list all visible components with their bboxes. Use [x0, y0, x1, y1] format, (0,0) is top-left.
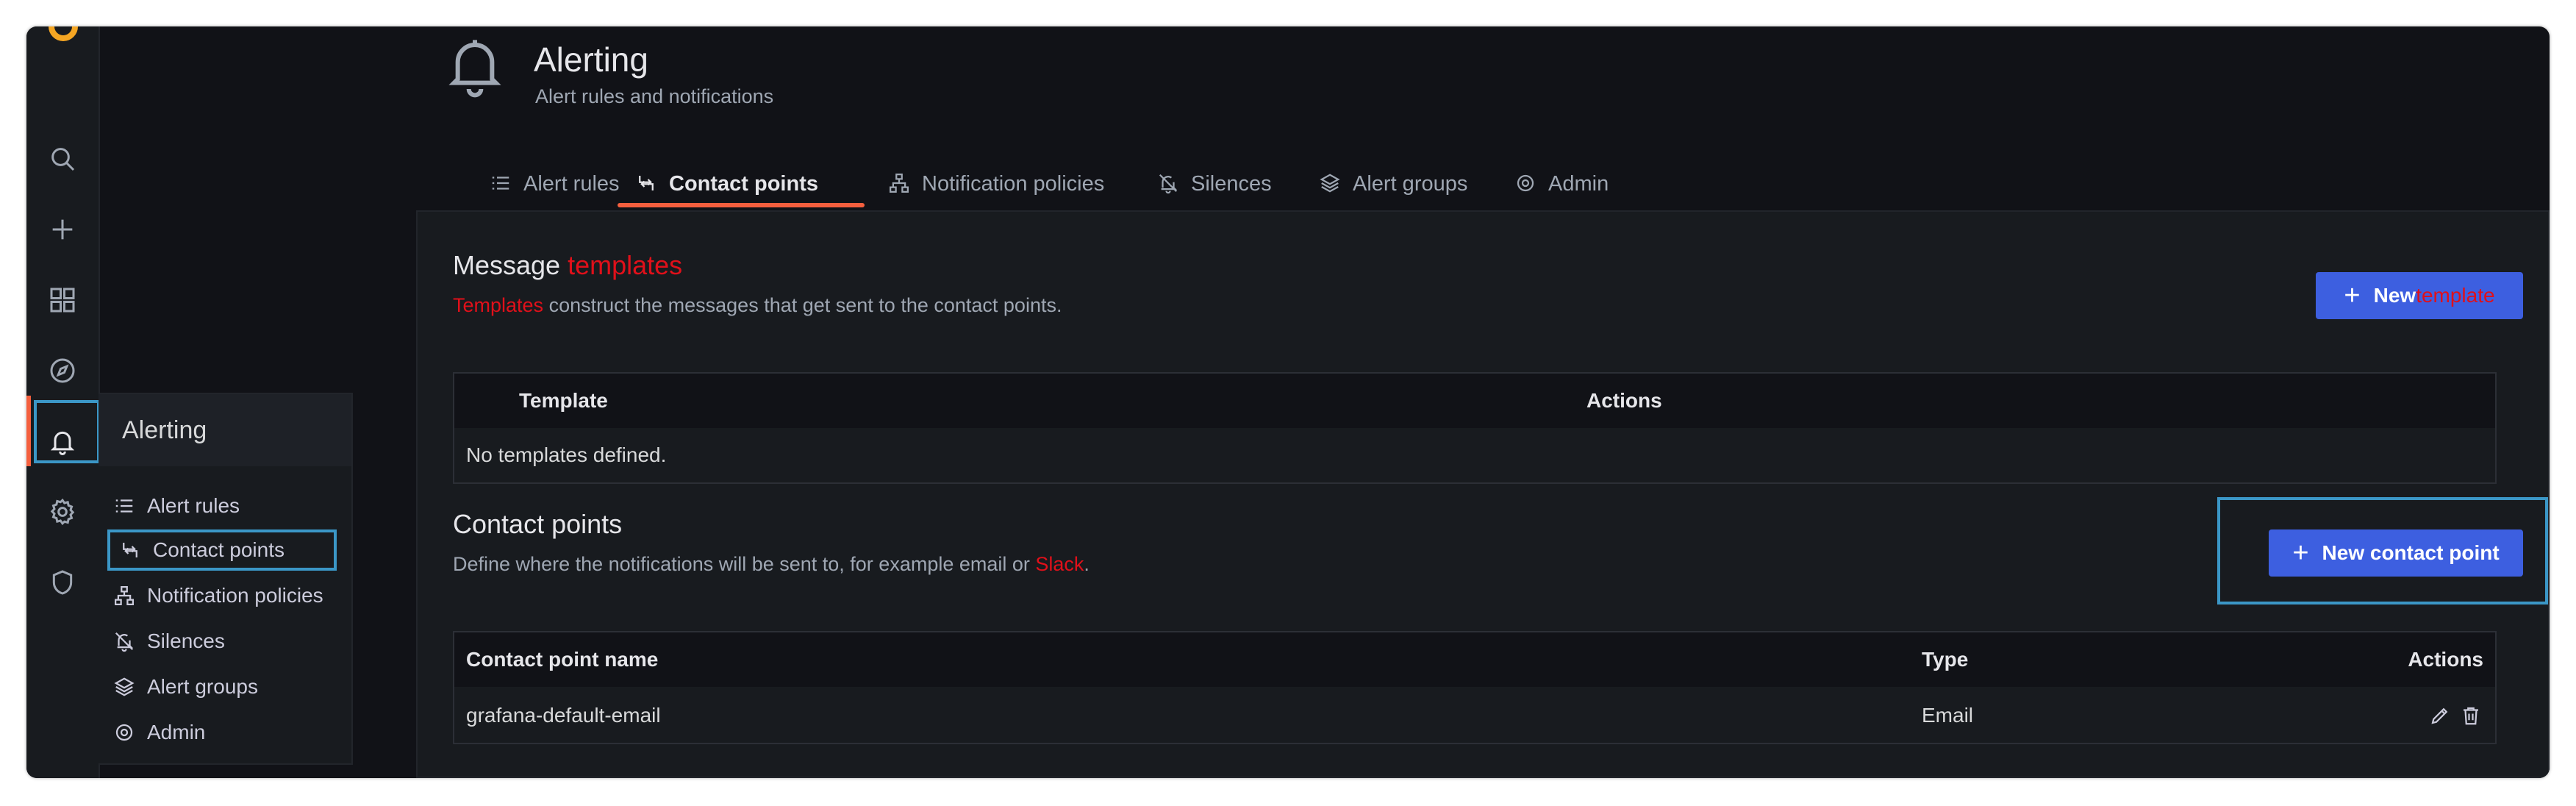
list-icon	[115, 499, 133, 513]
contact-points-section-description: Define where the notifications will be s…	[453, 553, 1090, 576]
column-header-actions: Actions	[1586, 389, 1662, 412]
tab-label: Alert rules	[523, 172, 620, 196]
desc-rest: construct the messages that get sent to …	[543, 294, 1062, 316]
flyout-item-admin[interactable]: Admin	[113, 712, 205, 753]
flyout-item-label: Alert groups	[147, 675, 258, 698]
edit-icon[interactable]	[2429, 705, 2451, 727]
tab-notification-policies[interactable]: Notification policies	[888, 159, 1104, 210]
flyout-item-label: Contact points	[153, 538, 285, 561]
templates-section-title: Message templates	[453, 250, 682, 281]
plus-icon: +	[2344, 279, 2361, 311]
content-panel: Message templates Templates construct th…	[416, 210, 2550, 778]
page-header: Alerting Alert rules and notifications A…	[26, 26, 2550, 210]
table-header: Template Actions	[454, 374, 2495, 428]
contact-point-icon	[123, 543, 137, 557]
alerting-flyout-menu: Alerting Alert rules Contact points Noti…	[99, 393, 353, 765]
new-contact-point-button[interactable]: + New contact point	[2269, 529, 2523, 577]
explore-compass-icon[interactable]	[48, 356, 77, 385]
flyout-item-label: Notification policies	[147, 584, 323, 607]
nav-active-indicator	[26, 396, 31, 466]
desc-prefix: Define where the notifications will be s…	[453, 553, 1036, 575]
new-template-button[interactable]: + New template	[2316, 272, 2523, 319]
sitemap-icon	[115, 586, 134, 605]
flyout-item-contact-points[interactable]: Contact points	[107, 529, 337, 571]
page-subtitle: Alert rules and notifications	[535, 85, 774, 107]
flyout-item-label: Alert rules	[147, 494, 240, 517]
tab-label: Silences	[1191, 172, 1272, 196]
shield-icon[interactable]	[48, 568, 77, 597]
column-header-name: Contact point name	[466, 648, 659, 671]
tab-alert-groups[interactable]: Alert groups	[1319, 159, 1467, 210]
button-label: New contact point	[2322, 541, 2500, 564]
title-highlight: templates	[568, 250, 683, 280]
bell-icon	[446, 34, 504, 100]
contact-point-icon	[639, 176, 654, 190]
cog-icon	[1517, 174, 1534, 192]
contact-point-name: grafana-default-email	[466, 704, 661, 727]
column-header-template: Template	[519, 389, 608, 412]
button-label: New	[2373, 284, 2416, 307]
tab-label: Notification policies	[922, 172, 1105, 196]
desc-highlight: Slack	[1035, 553, 1084, 575]
table-header: Contact point name Type Actions	[454, 632, 2495, 687]
tab-alert-rules[interactable]: Alert rules	[490, 159, 620, 210]
flyout-title[interactable]: Alerting	[99, 394, 351, 466]
cog-icon[interactable]	[48, 497, 77, 527]
button-highlight: template	[2416, 284, 2495, 307]
column-header-actions: Actions	[2408, 648, 2483, 671]
trash-icon[interactable]	[2460, 705, 2482, 727]
column-header-type: Type	[1922, 648, 1969, 671]
dashboards-icon[interactable]	[48, 285, 77, 315]
bell-icon[interactable]	[48, 427, 77, 456]
bell-slash-icon	[1159, 174, 1178, 194]
flyout-item-alert-rules[interactable]: Alert rules	[113, 485, 240, 527]
layer-group-icon	[1320, 174, 1340, 193]
desc-suffix: .	[1084, 553, 1090, 575]
plus-icon: +	[2292, 537, 2309, 568]
table-row: grafana-default-email Email	[454, 688, 2495, 743]
tab-label: Alert groups	[1353, 172, 1468, 196]
flyout-item-notification-policies[interactable]: Notification policies	[113, 575, 323, 616]
flyout-item-silences[interactable]: Silences	[113, 621, 225, 662]
app-window: Alerting Alert rules Contact points Noti…	[26, 26, 2550, 778]
active-tab-indicator	[618, 203, 865, 207]
tab-silences[interactable]: Silences	[1157, 159, 1272, 210]
empty-state-text: No templates defined.	[466, 443, 667, 466]
templates-table: Template Actions No templates defined.	[453, 372, 2497, 484]
tab-admin[interactable]: Admin	[1514, 159, 1609, 210]
flyout-item-alert-groups[interactable]: Alert groups	[113, 666, 258, 707]
plus-icon[interactable]	[48, 215, 77, 244]
flyout-item-label: Silences	[147, 630, 225, 652]
title-prefix: Message	[453, 250, 568, 280]
tab-label: Admin	[1548, 172, 1609, 196]
layer-group-icon	[114, 677, 135, 696]
table-row: No templates defined.	[454, 428, 2495, 482]
page-title: Alerting	[534, 40, 648, 79]
sitemap-icon	[890, 174, 909, 193]
contact-points-table: Contact point name Type Actions grafana-…	[453, 631, 2497, 744]
bell-slash-icon	[115, 632, 134, 652]
templates-section-description: Templates construct the messages that ge…	[453, 294, 1062, 317]
tab-label: Contact points	[669, 172, 818, 196]
contact-point-type: Email	[1922, 704, 1974, 727]
cog-icon	[115, 724, 133, 741]
flyout-item-label: Admin	[147, 721, 206, 743]
desc-highlight: Templates	[453, 294, 544, 316]
list-icon	[492, 176, 509, 190]
contact-points-section-title: Contact points	[453, 509, 623, 539]
